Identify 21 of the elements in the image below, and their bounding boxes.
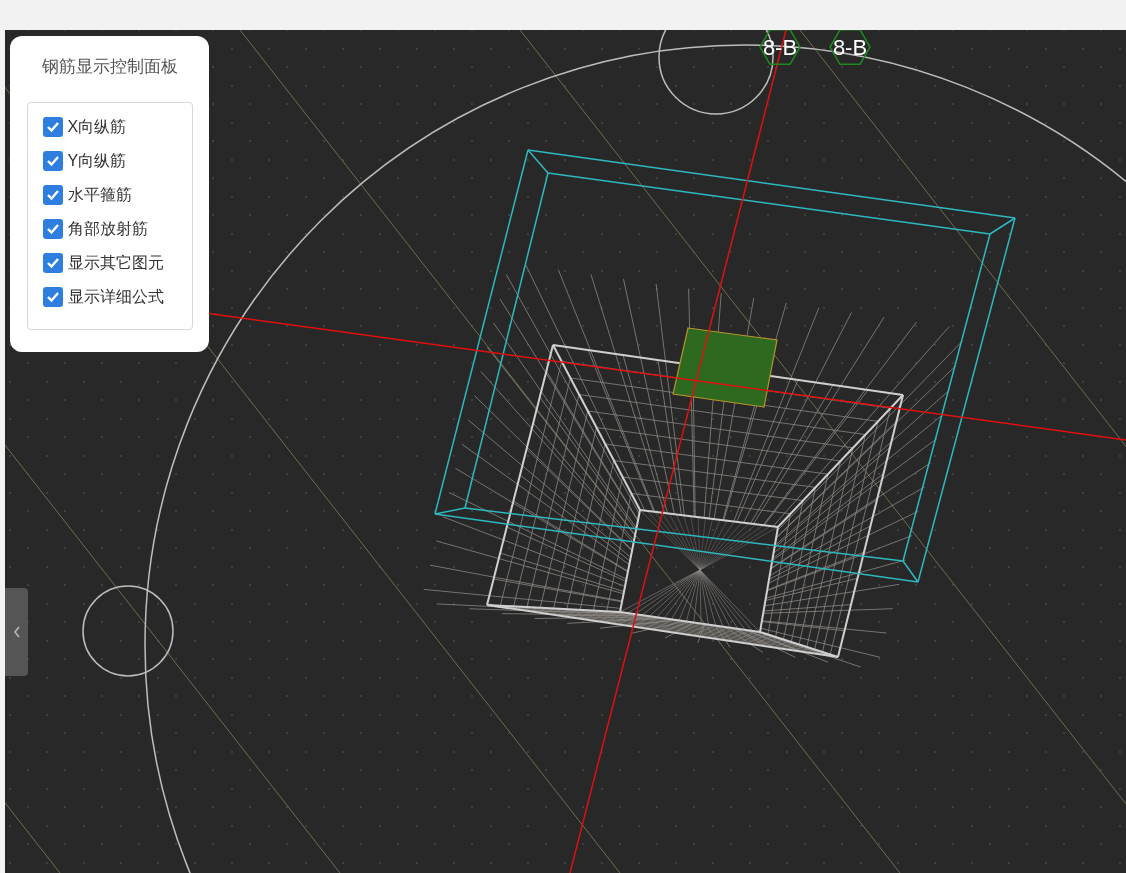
checkmark-icon — [45, 256, 60, 269]
option-label: 水平箍筋 — [67, 184, 132, 205]
option-label: 显示详细公式 — [67, 286, 164, 307]
checkmark-icon — [45, 290, 60, 303]
option-label: X向纵筋 — [67, 116, 127, 137]
checkbox[interactable] — [42, 218, 63, 239]
checkmark-icon — [45, 188, 60, 201]
option-label: Y向纵筋 — [67, 150, 127, 171]
checkmark-icon — [45, 154, 60, 167]
option-label: 显示其它图元 — [67, 252, 164, 273]
panel-title: 钢筋显示控制面板 — [41, 56, 178, 78]
option-label: 角部放射筋 — [67, 218, 148, 239]
checkbox[interactable] — [42, 150, 63, 171]
checkmark-icon — [45, 120, 60, 133]
checkbox[interactable] — [42, 184, 63, 205]
checkmark-icon — [45, 222, 60, 235]
checkbox[interactable] — [42, 116, 63, 137]
checkbox[interactable] — [42, 286, 63, 307]
axis-label: 8-B — [829, 30, 871, 66]
checkbox[interactable] — [42, 252, 63, 273]
chevron-left-icon — [12, 626, 21, 638]
